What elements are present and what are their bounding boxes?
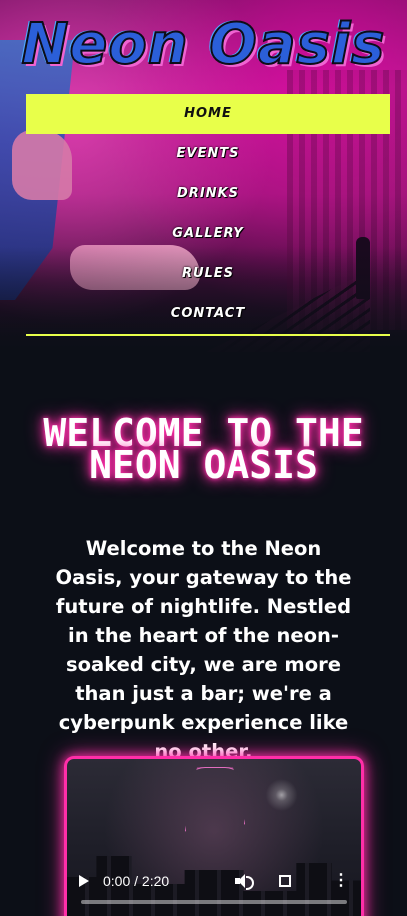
welcome-heading: WELCOME TO THE NEON OASIS: [43, 411, 364, 488]
video-progress-bar[interactable]: [81, 900, 347, 904]
volume-wave: [246, 876, 254, 890]
promo-video[interactable]: 0:00 / 2:20 ⋮: [64, 756, 364, 916]
page: Neon Oasis HOME EVENTS DRINKS GALLERY RU…: [0, 0, 407, 916]
play-icon[interactable]: [79, 875, 89, 887]
site-title[interactable]: Neon Oasis: [0, 8, 407, 82]
fullscreen-icon[interactable]: [279, 875, 291, 887]
nav-item-events[interactable]: EVENTS: [26, 134, 390, 174]
intro-paragraph: Welcome to the Neon Oasis, your gateway …: [55, 536, 352, 763]
hero-header: Neon Oasis HOME EVENTS DRINKS GALLERY RU…: [0, 0, 407, 352]
video-time: 0:00 / 2:20: [103, 873, 170, 889]
nav-item-drinks[interactable]: DRINKS: [26, 174, 390, 214]
nav-item-home[interactable]: HOME: [26, 94, 390, 134]
volume-icon[interactable]: [235, 874, 254, 890]
main-nav: HOME EVENTS DRINKS GALLERY RULES CONTACT: [26, 94, 390, 336]
more-options-icon[interactable]: ⋮: [333, 873, 349, 889]
nav-item-rules[interactable]: RULES: [26, 254, 390, 294]
nav-item-gallery[interactable]: GALLERY: [26, 214, 390, 254]
video-controls: 0:00 / 2:20 ⋮: [67, 863, 361, 899]
nav-item-contact[interactable]: CONTACT: [26, 294, 390, 334]
